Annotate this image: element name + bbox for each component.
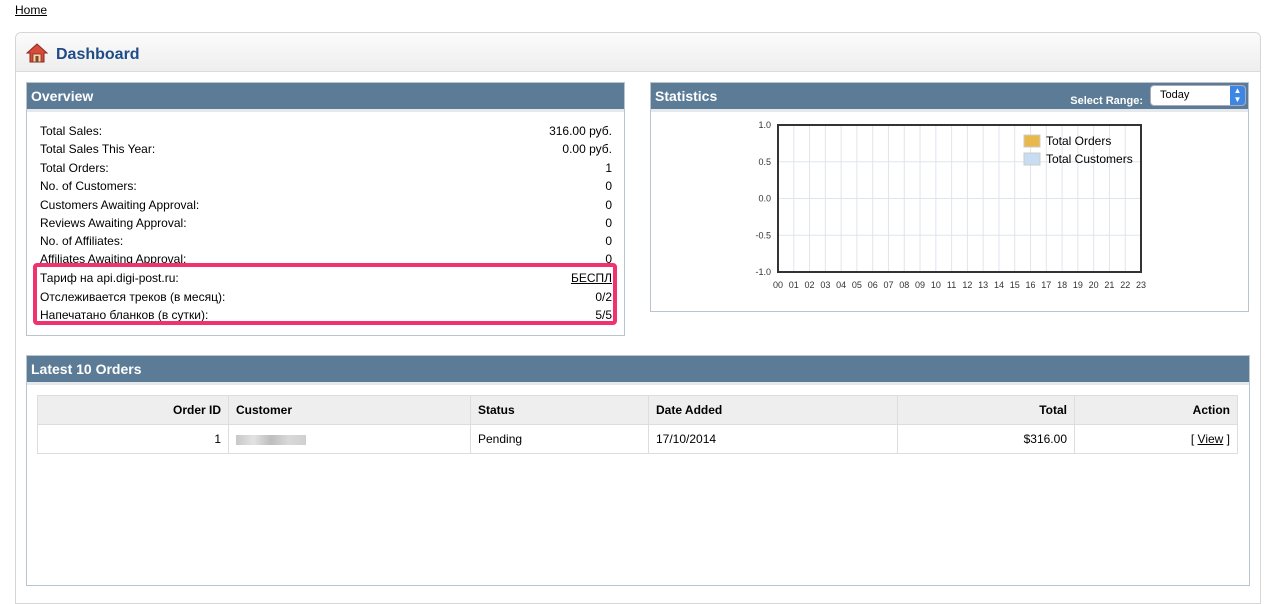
blurred-customer-name [236, 434, 306, 445]
y-tick-label: 0.0 [758, 194, 771, 204]
x-tick-label: 18 [1057, 280, 1067, 290]
legend-swatch [1023, 152, 1041, 166]
overview-label: No. of Customers: [40, 179, 137, 193]
y-tick-label: -1.0 [755, 267, 771, 277]
overview-label: No. of Affiliates: [40, 234, 124, 248]
col-date-added: Date Added [648, 395, 898, 425]
y-tick-label: 1.0 [758, 120, 771, 130]
customer-cell [228, 424, 471, 454]
statistics-title: Statistics [655, 88, 718, 104]
overview-value: 0 [605, 234, 612, 248]
overview-row: Total Sales This Year: 0.00 руб. [40, 142, 612, 160]
x-tick-label: 17 [1041, 280, 1051, 290]
overview-panel: Overview Total Sales: 316.00 руб. Total S… [26, 82, 625, 336]
latest-orders-header: Latest 10 Orders [27, 356, 1249, 385]
overview-value: 0 [605, 179, 612, 193]
y-tick-label: -0.5 [755, 230, 771, 240]
col-order-id: Order ID [37, 395, 229, 425]
y-tick-label: 0.5 [758, 157, 771, 167]
x-tick-label: 00 [773, 280, 783, 290]
x-tick-label: 04 [836, 280, 846, 290]
overview-label: Reviews Awaiting Approval: [40, 216, 187, 230]
x-tick-label: 16 [1026, 280, 1036, 290]
select-arrows-icon: ▲ ▼ [1230, 86, 1245, 105]
dashboard-header: Dashboard [16, 33, 1260, 72]
overview-row: Customers Awaiting Approval: 0 [40, 198, 612, 216]
highlight-box [33, 263, 617, 325]
overview-value: 0 [605, 198, 612, 212]
statistics-chart: 00 01 02 03 04 05 06 07 08 09 10 11 12 13 14 15 16 17 18 19… [755, 120, 1146, 290]
order-id-cell: 1 [37, 424, 229, 454]
x-tick-label: 22 [1120, 280, 1130, 290]
latest-orders-panel: Latest 10 Orders Order ID Customer Statu… [26, 355, 1250, 586]
col-status: Status [470, 395, 649, 425]
range-select-value: Today [1160, 89, 1190, 101]
select-range-label: Select Range: [1070, 95, 1143, 107]
action-bracket-open: [ [1190, 432, 1198, 446]
overview-value: 1 [605, 161, 612, 175]
x-tick-label: 09 [915, 280, 925, 290]
date-cell: 17/10/2014 [648, 424, 898, 454]
x-tick-label: 14 [994, 280, 1004, 290]
breadcrumb-home-link[interactable]: Home [15, 3, 47, 17]
x-tick-label: 20 [1089, 280, 1099, 290]
orders-table: Order ID Customer Status Date Added Tota… [37, 395, 1238, 454]
overview-value: 316.00 руб. [549, 124, 612, 138]
col-customer: Customer [228, 395, 471, 425]
total-cell: $316.00 [897, 424, 1075, 454]
x-tick-label: 07 [883, 280, 893, 290]
x-tick-label: 03 [820, 280, 830, 290]
home-icon [26, 43, 48, 63]
legend-label: Total Orders [1046, 134, 1111, 148]
x-tick-label: 12 [962, 280, 972, 290]
overview-label: Customers Awaiting Approval: [40, 198, 200, 212]
table-row: 1 Pending 17/10/2014 $316.00 [ View ] [37, 424, 1238, 454]
x-tick-label: 02 [805, 280, 815, 290]
x-tick-label: 15 [1010, 280, 1020, 290]
x-tick-label: 06 [868, 280, 878, 290]
x-tick-label: 13 [978, 280, 988, 290]
x-tick-label: 11 [947, 280, 956, 290]
legend-swatch [1023, 134, 1041, 148]
legend-label: Total Customers [1046, 152, 1133, 166]
overview-label: Total Sales: [40, 124, 103, 138]
status-cell: Pending [470, 424, 649, 454]
overview-value: 0.00 руб. [562, 142, 612, 156]
action-bracket-close: ] [1223, 432, 1230, 446]
x-tick-label: 19 [1073, 280, 1083, 290]
overview-row: No. of Customers: 0 [40, 179, 612, 197]
x-tick-label: 21 [1104, 280, 1114, 290]
x-tick-label: 08 [899, 280, 909, 290]
statistics-panel: Statistics Select Range: Today ▲ ▼ 00 01 02… [650, 82, 1249, 312]
col-total: Total [897, 395, 1075, 425]
x-tick-label: 23 [1136, 280, 1146, 290]
statistics-header: Statistics Select Range: Today ▲ ▼ [651, 83, 1248, 112]
overview-value: 0 [605, 216, 612, 230]
x-tick-label: 05 [852, 280, 862, 290]
page-title: Dashboard [56, 46, 140, 63]
x-tick-label: 10 [931, 280, 941, 290]
overview-label: Total Sales This Year: [40, 142, 156, 156]
overview-row: Total Sales: 316.00 руб. [40, 124, 612, 142]
x-tick-label: 01 [789, 280, 799, 290]
overview-header: Overview [27, 83, 624, 112]
action-cell: [ View ] [1074, 424, 1238, 454]
range-select[interactable]: Today ▲ ▼ [1150, 85, 1246, 106]
overview-row: No. of Affiliates: 0 [40, 234, 612, 252]
overview-row: Reviews Awaiting Approval: 0 [40, 216, 612, 234]
view-order-link[interactable]: View [1198, 432, 1224, 446]
overview-row: Total Orders: 1 [40, 161, 612, 179]
col-action: Action [1074, 395, 1238, 425]
overview-label: Total Orders: [40, 161, 109, 175]
table-header-row: Order ID Customer Status Date Added Tota… [37, 395, 1238, 425]
